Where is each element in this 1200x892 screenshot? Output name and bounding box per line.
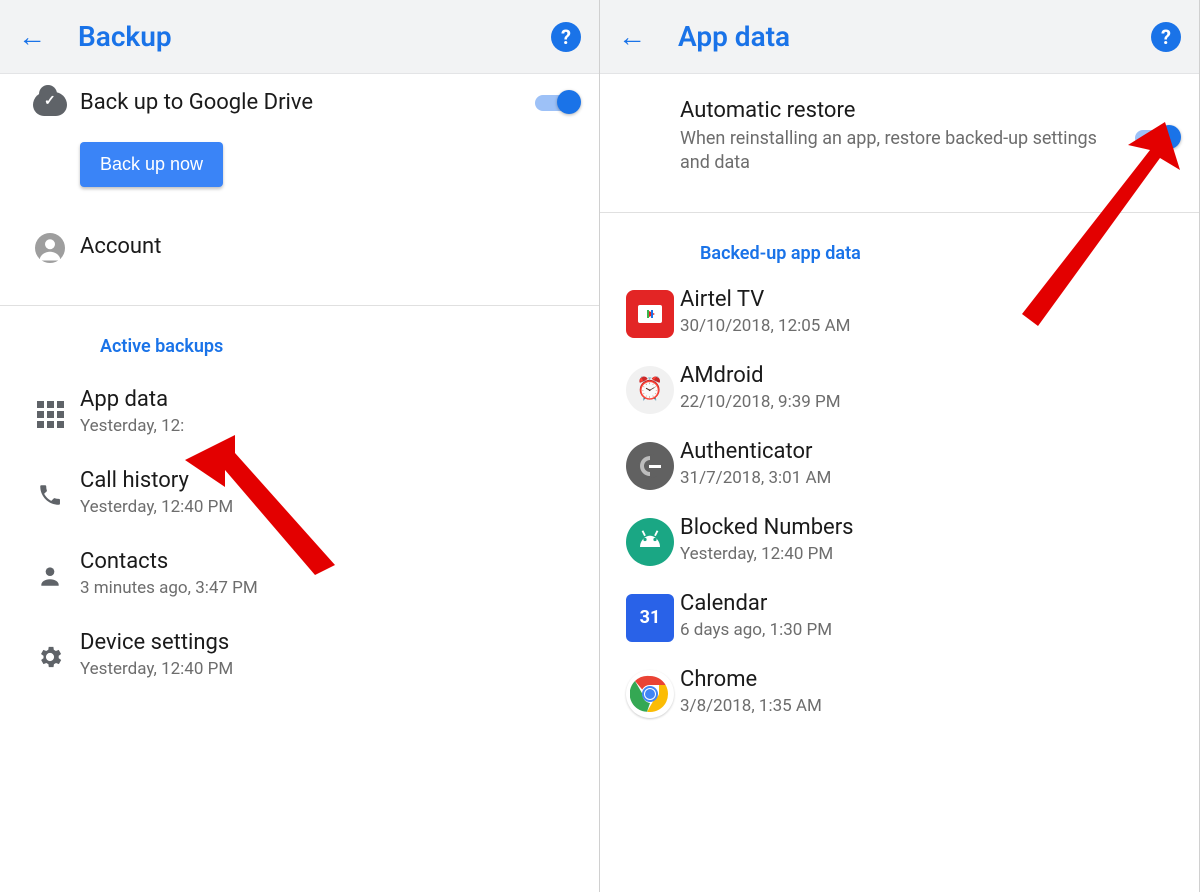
device-settings-row[interactable]: Device settings Yesterday, 12:40 PM — [0, 618, 599, 699]
call-history-sub: Yesterday, 12:40 PM — [80, 497, 579, 517]
device-settings-sub: Yesterday, 12:40 PM — [80, 659, 579, 679]
app-icon — [620, 438, 680, 490]
app-name: AMdroid — [680, 363, 1179, 388]
app-data-row[interactable]: App data Yesterday, 12: — [0, 367, 599, 456]
contacts-sub: 3 minutes ago, 3:47 PM — [80, 578, 579, 598]
backup-screen: ← Backup ? Back up to Google Drive Back … — [0, 0, 600, 892]
automatic-restore-toggle[interactable] — [1135, 125, 1179, 149]
app-icon: ⏰ — [620, 362, 680, 414]
cloud-icon — [20, 88, 80, 116]
divider — [600, 212, 1199, 213]
back-arrow-icon[interactable]: ← — [18, 20, 46, 53]
backup-to-drive-row[interactable]: Back up to Google Drive — [0, 74, 599, 130]
app-row-blocked[interactable]: Blocked Numbers Yesterday, 12:40 PM — [600, 502, 1199, 578]
header-left: ← Backup ? — [0, 0, 599, 74]
app-name: Blocked Numbers — [680, 515, 1179, 540]
app-icon — [620, 286, 680, 338]
account-row[interactable]: Account — [0, 207, 599, 291]
app-sub: 22/10/2018, 9:39 PM — [680, 392, 1179, 412]
app-name: Airtel TV — [680, 287, 1179, 312]
app-row-authenticator[interactable]: Authenticator 31/7/2018, 3:01 AM — [600, 426, 1199, 502]
account-icon — [20, 229, 80, 263]
app-icon — [620, 666, 680, 718]
call-history-row[interactable]: Call history Yesterday, 12:40 PM — [0, 456, 599, 537]
backup-now-row: Back up now — [0, 130, 599, 207]
app-row-airtel[interactable]: Airtel TV 30/10/2018, 12:05 AM — [600, 274, 1199, 350]
app-sub: Yesterday, 12:40 PM — [680, 544, 1179, 564]
backup-drive-title: Back up to Google Drive — [80, 90, 523, 115]
help-icon[interactable]: ? — [551, 22, 581, 52]
divider — [0, 305, 599, 306]
backed-up-header: Backed-up app data — [600, 219, 1199, 274]
header-right: ← App data ? — [600, 0, 1199, 74]
app-data-title: App data — [80, 387, 579, 412]
automatic-restore-title: Automatic restore — [680, 98, 1113, 123]
app-icon: 31 — [620, 590, 680, 642]
contacts-row[interactable]: Contacts 3 minutes ago, 3:47 PM — [0, 537, 599, 618]
app-name: Calendar — [680, 591, 1179, 616]
app-sub: 30/10/2018, 12:05 AM — [680, 316, 1179, 336]
app-name: Authenticator — [680, 439, 1179, 464]
app-data-screen: ← App data ? Automatic restore When rein… — [600, 0, 1200, 892]
backup-now-button[interactable]: Back up now — [80, 142, 223, 187]
backup-drive-toggle[interactable] — [535, 90, 579, 114]
app-sub: 3/8/2018, 1:35 AM — [680, 696, 1179, 716]
help-icon[interactable]: ? — [1151, 22, 1181, 52]
automatic-restore-sub: When reinstalling an app, restore backed… — [680, 127, 1113, 176]
automatic-restore-row[interactable]: Automatic restore When reinstalling an a… — [600, 74, 1199, 198]
app-row-amdroid[interactable]: ⏰ AMdroid 22/10/2018, 9:39 PM — [600, 350, 1199, 426]
app-row-chrome[interactable]: Chrome 3/8/2018, 1:35 AM — [600, 654, 1199, 730]
person-icon — [20, 559, 80, 589]
gear-icon — [20, 639, 80, 671]
phone-icon — [20, 478, 80, 508]
account-title: Account — [80, 234, 579, 259]
active-backups-header: Active backups — [0, 312, 599, 367]
app-data-sub: Yesterday, 12: — [80, 416, 579, 436]
app-name: Chrome — [680, 667, 1179, 692]
device-settings-title: Device settings — [80, 630, 579, 655]
app-sub: 31/7/2018, 3:01 AM — [680, 468, 1179, 488]
back-arrow-icon[interactable]: ← — [618, 20, 646, 53]
app-row-calendar[interactable]: 31 Calendar 6 days ago, 1:30 PM — [600, 578, 1199, 654]
apps-icon — [20, 397, 80, 427]
app-icon — [620, 514, 680, 566]
app-sub: 6 days ago, 1:30 PM — [680, 620, 1179, 640]
page-title: App data — [678, 20, 1151, 53]
call-history-title: Call history — [80, 468, 579, 493]
page-title: Backup — [78, 20, 551, 53]
contacts-title: Contacts — [80, 549, 579, 574]
